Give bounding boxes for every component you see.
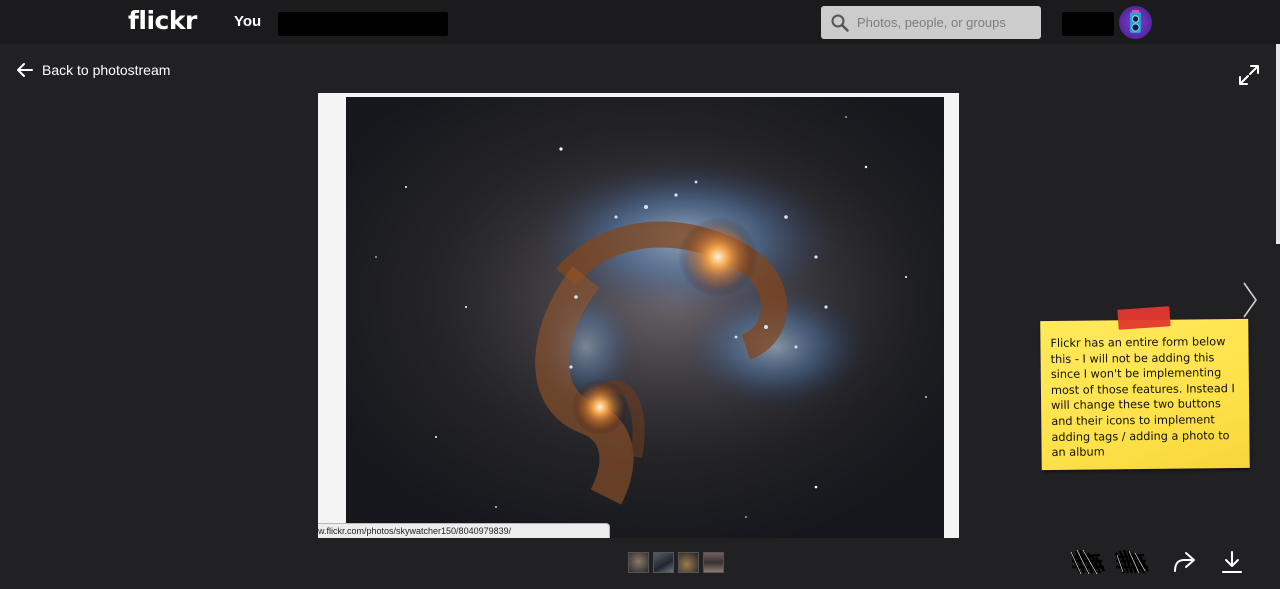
expand-icon[interactable]	[1237, 63, 1261, 87]
sticky-note-text: Flickr has an entire form below this - I…	[1050, 335, 1235, 460]
flickr-logo[interactable]: flickr	[128, 6, 197, 35]
back-label: Back to photostream	[42, 62, 171, 78]
avatar[interactable]	[1119, 6, 1152, 39]
sticky-note-tape	[1117, 306, 1171, 330]
chevron-right-icon[interactable]	[1240, 280, 1262, 320]
redacted-button[interactable]	[1114, 547, 1150, 575]
search-icon	[831, 14, 849, 32]
avatar-image-icon	[1130, 10, 1141, 33]
thumbnail[interactable]	[703, 552, 724, 573]
search-input[interactable]	[857, 11, 1035, 33]
thumbnail[interactable]	[678, 552, 699, 573]
status-bar-url: w.flickr.com/photos/skywatcher150/804097…	[318, 523, 610, 538]
scrollbar[interactable]	[1276, 44, 1280, 244]
back-to-photostream-link[interactable]: Back to photostream	[17, 60, 170, 80]
filmstrip	[628, 552, 724, 573]
redacted-username	[1062, 12, 1114, 36]
share-icon[interactable]	[1171, 550, 1197, 574]
back-arrow-icon	[17, 63, 33, 77]
main-photo[interactable]	[346, 97, 944, 538]
redacted-button[interactable]	[1070, 547, 1106, 575]
search-box[interactable]	[821, 6, 1041, 39]
galaxy-image	[346, 97, 944, 538]
thumbnail[interactable]	[628, 552, 649, 573]
nav-you-link[interactable]: You	[234, 13, 261, 30]
thumbnail[interactable]	[653, 552, 674, 573]
download-icon[interactable]	[1221, 550, 1243, 574]
sticky-note: Flickr has an entire form below this - I…	[1040, 318, 1250, 471]
top-navigation-bar: flickr You	[0, 0, 1280, 44]
redacted-nav-items	[278, 12, 448, 36]
